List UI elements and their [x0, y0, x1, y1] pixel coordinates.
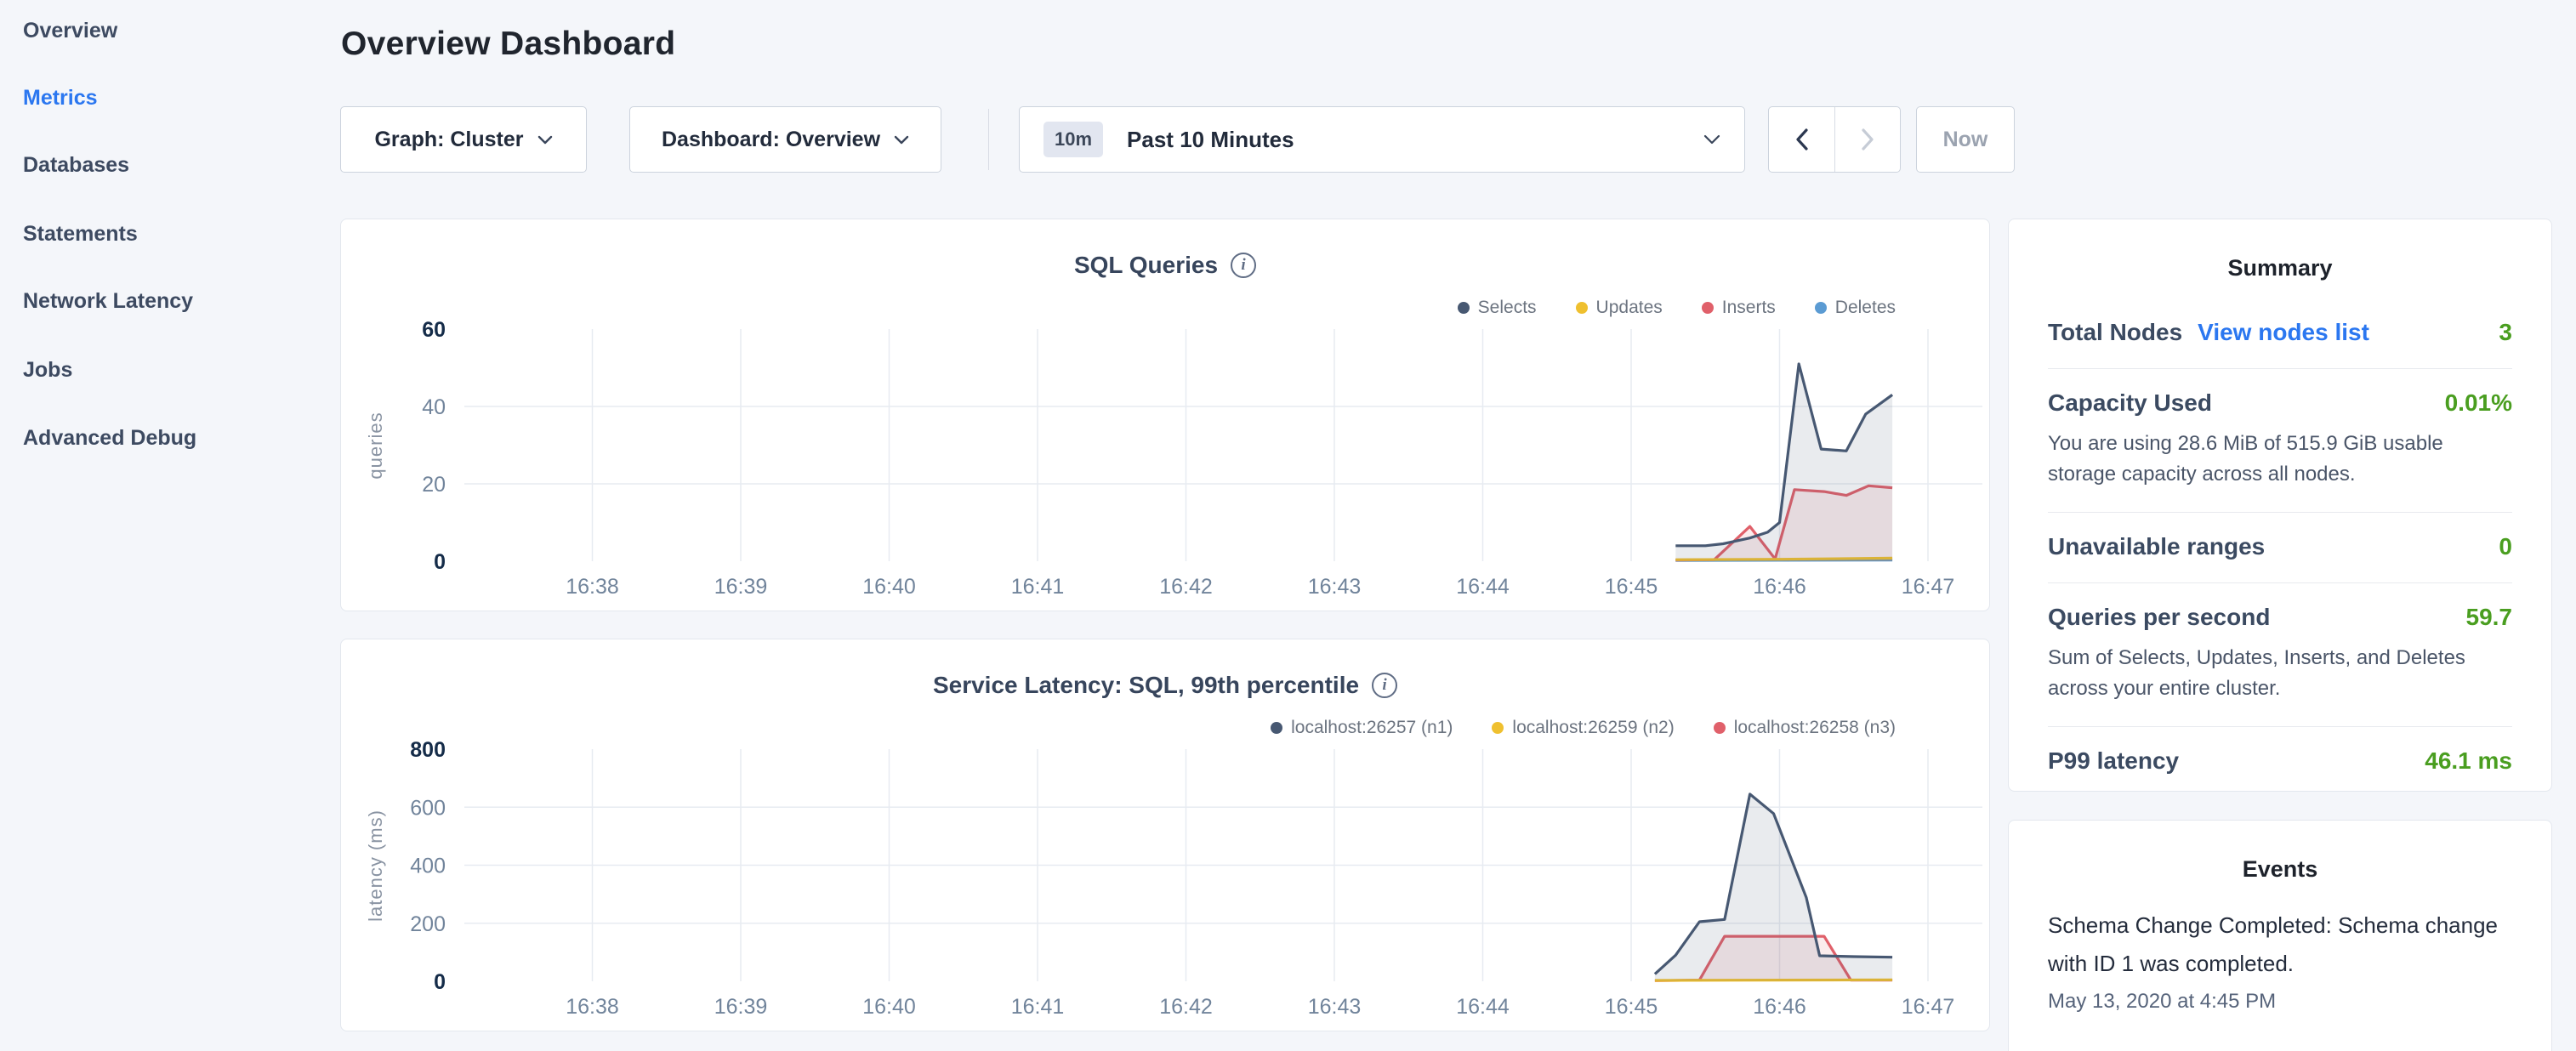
- x-tick-label: 16:43: [1308, 995, 1362, 1019]
- x-tick-label: 16:40: [862, 575, 916, 599]
- prev-interval-button[interactable]: [1769, 107, 1834, 172]
- x-tick-label: 16:42: [1159, 995, 1213, 1019]
- chevron-down-icon: [894, 135, 909, 145]
- y-axis-title: latency (ms): [365, 810, 386, 922]
- chevron-left-icon: [1795, 128, 1809, 151]
- series-area-localhost:26257 (n1): [1655, 794, 1892, 981]
- y-tick-label: 60: [422, 318, 446, 342]
- chart-canvas: 16:38 16:39 16:40 16:41 16:42 16:43 16:44 16:45…: [341, 639, 1991, 1032]
- summary-row-value: 46.1 ms: [2425, 747, 2512, 775]
- now-button[interactable]: Now: [1916, 106, 2015, 173]
- y-tick-label: 400: [410, 855, 446, 878]
- summary-row-value: 0.01%: [2445, 389, 2512, 417]
- service-latency-chart-card: Service Latency: SQL, 99th percentile i …: [340, 639, 1990, 1031]
- summary-row: Total Nodes View nodes list 3: [2048, 298, 2512, 369]
- page-title: Overview Dashboard: [341, 26, 675, 63]
- dashboard-dropdown[interactable]: Dashboard: Overview: [629, 106, 941, 173]
- summary-row-label: Capacity Used: [2048, 389, 2212, 417]
- chevron-right-icon: [1861, 128, 1874, 151]
- sidebar-item-advanced-debug[interactable]: Advanced Debug: [23, 426, 196, 451]
- y-tick-label: 0: [434, 970, 446, 994]
- summary-panel: Summary Total Nodes View nodes list 3 Capac…: [2008, 219, 2552, 792]
- sidebar-item-metrics[interactable]: Metrics: [23, 86, 98, 111]
- sidebar-item-statements[interactable]: Statements: [23, 222, 138, 247]
- summary-row: Unavailable ranges 0: [2048, 513, 2512, 583]
- x-tick-label: 16:45: [1605, 575, 1658, 599]
- sidebar-item-databases[interactable]: Databases: [23, 153, 129, 178]
- sidebar-item-overview[interactable]: Overview: [23, 19, 117, 43]
- x-tick-label: 16:46: [1753, 995, 1806, 1019]
- x-tick-label: 16:41: [1011, 575, 1065, 599]
- chevron-down-icon: [1703, 134, 1720, 145]
- x-tick-label: 16:42: [1159, 575, 1213, 599]
- sql-queries-chart-card: SQL Queries i SelectsUpdatesInsertsDelet…: [340, 219, 1990, 611]
- x-tick-label: 16:40: [862, 995, 916, 1019]
- summary-rows: Total Nodes View nodes list 3 Capacity Used…: [2009, 281, 2551, 797]
- summary-row-value: 3: [2499, 319, 2512, 346]
- summary-row-label: Queries per second: [2048, 604, 2270, 631]
- y-tick-label: 0: [434, 550, 446, 574]
- summary-title: Summary: [2009, 255, 2551, 281]
- x-tick-label: 16:44: [1456, 575, 1510, 599]
- x-tick-label: 16:39: [714, 575, 768, 599]
- x-tick-label: 16:47: [1902, 575, 1955, 599]
- event-item[interactable]: Schema Change Completed: Schema change w…: [2009, 883, 2551, 1014]
- x-tick-label: 16:41: [1011, 995, 1065, 1019]
- time-range-dropdown[interactable]: 10m Past 10 Minutes: [1019, 106, 1745, 173]
- chart-canvas: 16:38 16:39 16:40 16:41 16:42 16:43 16:44 16:45…: [341, 219, 1991, 612]
- summary-row-description: You are using 28.6 MiB of 515.9 GiB usab…: [2048, 429, 2512, 490]
- summary-row-label: P99 latency: [2048, 747, 2179, 775]
- summary-row-label: Total Nodes: [2048, 319, 2182, 346]
- summary-row: Capacity Used 0.01% You are using 28.6 MiB…: [2048, 369, 2512, 513]
- y-tick-label: 600: [410, 796, 446, 820]
- next-interval-button[interactable]: [1834, 107, 1900, 172]
- time-pager: [1768, 106, 1901, 173]
- graph-dropdown[interactable]: Graph: Cluster: [340, 106, 587, 173]
- sidebar-item-jobs[interactable]: Jobs: [23, 358, 72, 383]
- view-nodes-list-link[interactable]: View nodes list: [2198, 319, 2369, 346]
- app-root: Overview Metrics Databases Statements Networ…: [0, 0, 2576, 1051]
- x-tick-label: 16:38: [566, 575, 619, 599]
- event-timestamp: May 13, 2020 at 4:45 PM: [2048, 990, 2512, 1014]
- y-tick-label: 20: [422, 473, 446, 497]
- summary-row-value: 59.7: [2466, 604, 2513, 631]
- sidebar-item-network-latency[interactable]: Network Latency: [23, 289, 193, 314]
- summary-row-description: Sum of Selects, Updates, Inserts, and De…: [2048, 643, 2512, 704]
- x-tick-label: 16:45: [1605, 995, 1658, 1019]
- series-area-Selects: [1675, 364, 1892, 561]
- x-tick-label: 16:46: [1753, 575, 1806, 599]
- y-tick-label: 800: [410, 738, 446, 762]
- summary-row: Queries per second 59.7 Sum of Selects, Up…: [2048, 583, 2512, 727]
- y-tick-label: 40: [422, 395, 446, 419]
- x-tick-label: 16:47: [1902, 995, 1955, 1019]
- y-axis-title: queries: [365, 412, 386, 479]
- graph-dropdown-label: Graph: Cluster: [374, 128, 523, 152]
- x-tick-label: 16:39: [714, 995, 768, 1019]
- events-list: Schema Change Completed: Schema change w…: [2009, 883, 2551, 1014]
- x-tick-label: 16:44: [1456, 995, 1510, 1019]
- summary-row: P99 latency 46.1 ms: [2048, 727, 2512, 797]
- chevron-down-icon: [537, 135, 553, 145]
- summary-row-label: Unavailable ranges: [2048, 533, 2265, 560]
- time-range-label: Past 10 Minutes: [1127, 127, 1294, 153]
- dashboard-dropdown-label: Dashboard: Overview: [662, 128, 880, 152]
- event-message: Schema Change Completed: Schema change w…: [2048, 906, 2512, 983]
- events-panel: Events Schema Change Completed: Schema c…: [2008, 820, 2552, 1051]
- summary-row-value: 0: [2499, 533, 2512, 560]
- time-window-badge: 10m: [1043, 122, 1103, 157]
- controls-divider: [988, 109, 989, 170]
- events-title: Events: [2009, 856, 2551, 883]
- x-tick-label: 16:43: [1308, 575, 1362, 599]
- y-tick-label: 200: [410, 912, 446, 936]
- x-tick-label: 16:38: [566, 995, 619, 1019]
